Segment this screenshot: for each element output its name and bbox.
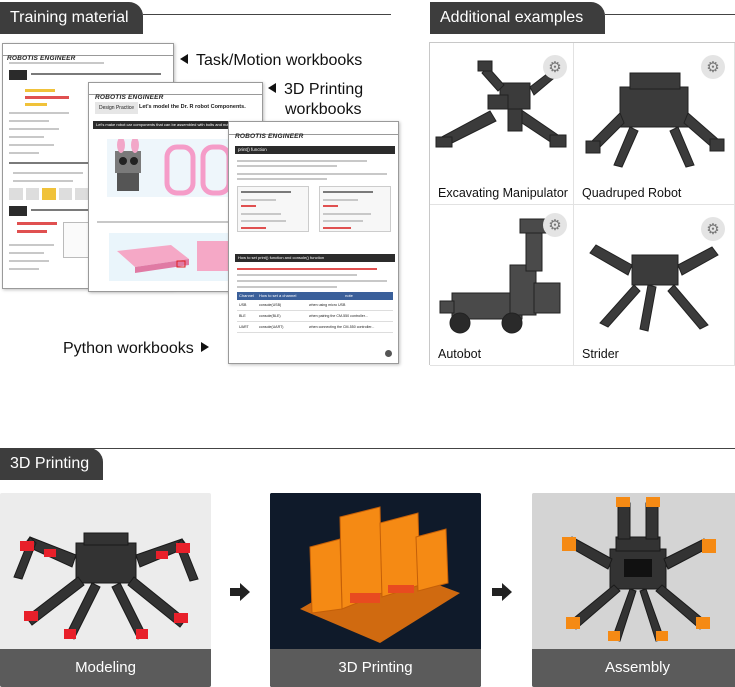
- table-row: USB console(USB) when using micro USB: [237, 300, 393, 311]
- printing-workbook-caption-line2: workbooks: [285, 100, 361, 120]
- workbook-brand: ROBOTIS ENGINEER: [235, 133, 304, 140]
- table-cell: UART: [239, 325, 249, 329]
- table-cell: USB: [239, 303, 247, 307]
- python-workbook-page: ROBOTIS ENGINEER print() function How to…: [228, 121, 399, 364]
- table-cell: BLE: [239, 314, 246, 318]
- workbook-brand: ROBOTIS ENGINEER: [7, 55, 76, 62]
- table-cell: when pairing the CM-550 controller...: [309, 314, 368, 318]
- gear-icon[interactable]: ⚙: [543, 213, 567, 237]
- table-header-cell: How to set a channel: [259, 293, 297, 298]
- step-assembly-card: Assembly: [532, 493, 735, 687]
- example-label: Excavating Manipulator: [438, 186, 568, 200]
- training-material-title: Training material: [10, 9, 129, 26]
- arrow-right-icon: [230, 583, 250, 601]
- design-practice-chip: Design Practice: [95, 102, 139, 114]
- training-material-tab: Training material: [0, 2, 143, 34]
- assembled-robot-image: [532, 493, 735, 649]
- step-label: Modeling: [0, 649, 211, 687]
- printed-part-image: [270, 493, 481, 649]
- task-motion-caption: Task/Motion workbooks: [180, 51, 362, 71]
- channel-table: Channel How to set a channel note USB co…: [237, 292, 393, 333]
- printing-workbook-label-2: workbooks: [285, 101, 362, 118]
- gear-icon[interactable]: ⚙: [543, 55, 567, 79]
- example-card-quadruped-robot[interactable]: ⚙ Quadruped Robot: [574, 43, 735, 205]
- training-section-rule: [143, 14, 391, 15]
- table-cell: console(BLE): [259, 314, 281, 318]
- print-function-heading: print() function: [235, 146, 395, 154]
- example-label: Quadruped Robot: [582, 186, 682, 200]
- example-card-excavating-manipulator[interactable]: ⚙ Excavating Manipulator: [430, 43, 574, 205]
- table-header-cell: Channel: [239, 293, 254, 298]
- additional-examples-tab: Additional examples: [430, 2, 605, 34]
- python-label: Python workbooks: [63, 340, 194, 357]
- arrow-right-icon: [492, 583, 512, 601]
- additional-examples-title: Additional examples: [440, 9, 584, 26]
- 3d-printing-title: 3D Printing: [10, 455, 90, 472]
- example-card-strider[interactable]: ⚙ Strider: [574, 205, 735, 366]
- example-label: Strider: [582, 347, 619, 361]
- step-3d-printing-card: 3D Printing: [270, 493, 481, 687]
- modeling-render-image: [13, 532, 199, 640]
- table-cell: console(UART): [259, 325, 284, 329]
- table-cell: when connecting the CM-550 controller...: [309, 325, 375, 329]
- caption-arrow-left-icon: [180, 54, 188, 64]
- table-cell: when using micro USB: [309, 303, 346, 307]
- table-row: BLE console(BLE) when pairing the CM-550…: [237, 311, 393, 322]
- example-label: Autobot: [438, 347, 482, 361]
- table-header-cell: note: [345, 293, 353, 298]
- 3d-printing-tab: 3D Printing: [0, 448, 103, 480]
- printing-workbook-caption: 3D Printing: [268, 80, 363, 100]
- printing-section-rule: [0, 448, 735, 449]
- caption-arrow-left-icon: [268, 83, 276, 93]
- examples-section-rule: [605, 14, 735, 15]
- gear-icon[interactable]: ⚙: [701, 217, 725, 241]
- table-cell: console(USB): [259, 303, 282, 307]
- page2-title: Let's model the Dr. R robot Components.: [139, 104, 246, 110]
- table-row: UART console(UART) when connecting the C…: [237, 322, 393, 333]
- python-caption: Python workbooks: [63, 339, 209, 359]
- caption-arrow-right-icon: [200, 342, 209, 352]
- step-label: 3D Printing: [270, 649, 481, 687]
- example-card-autobot[interactable]: ⚙ Autobot: [430, 205, 574, 366]
- workbook-brand: ROBOTIS ENGINEER: [95, 94, 164, 101]
- step-label: Assembly: [532, 649, 735, 687]
- gear-icon[interactable]: ⚙: [701, 55, 725, 79]
- task-motion-label: Task/Motion workbooks: [196, 52, 363, 69]
- examples-panel: ⚙ Excavating Manipulator ⚙ Quadruped Rob…: [429, 42, 735, 366]
- console-function-heading: How to set print() function and console(…: [235, 254, 395, 262]
- printing-workbook-label-1: 3D Printing: [284, 81, 364, 98]
- step-modeling-card: Modeling: [0, 493, 211, 687]
